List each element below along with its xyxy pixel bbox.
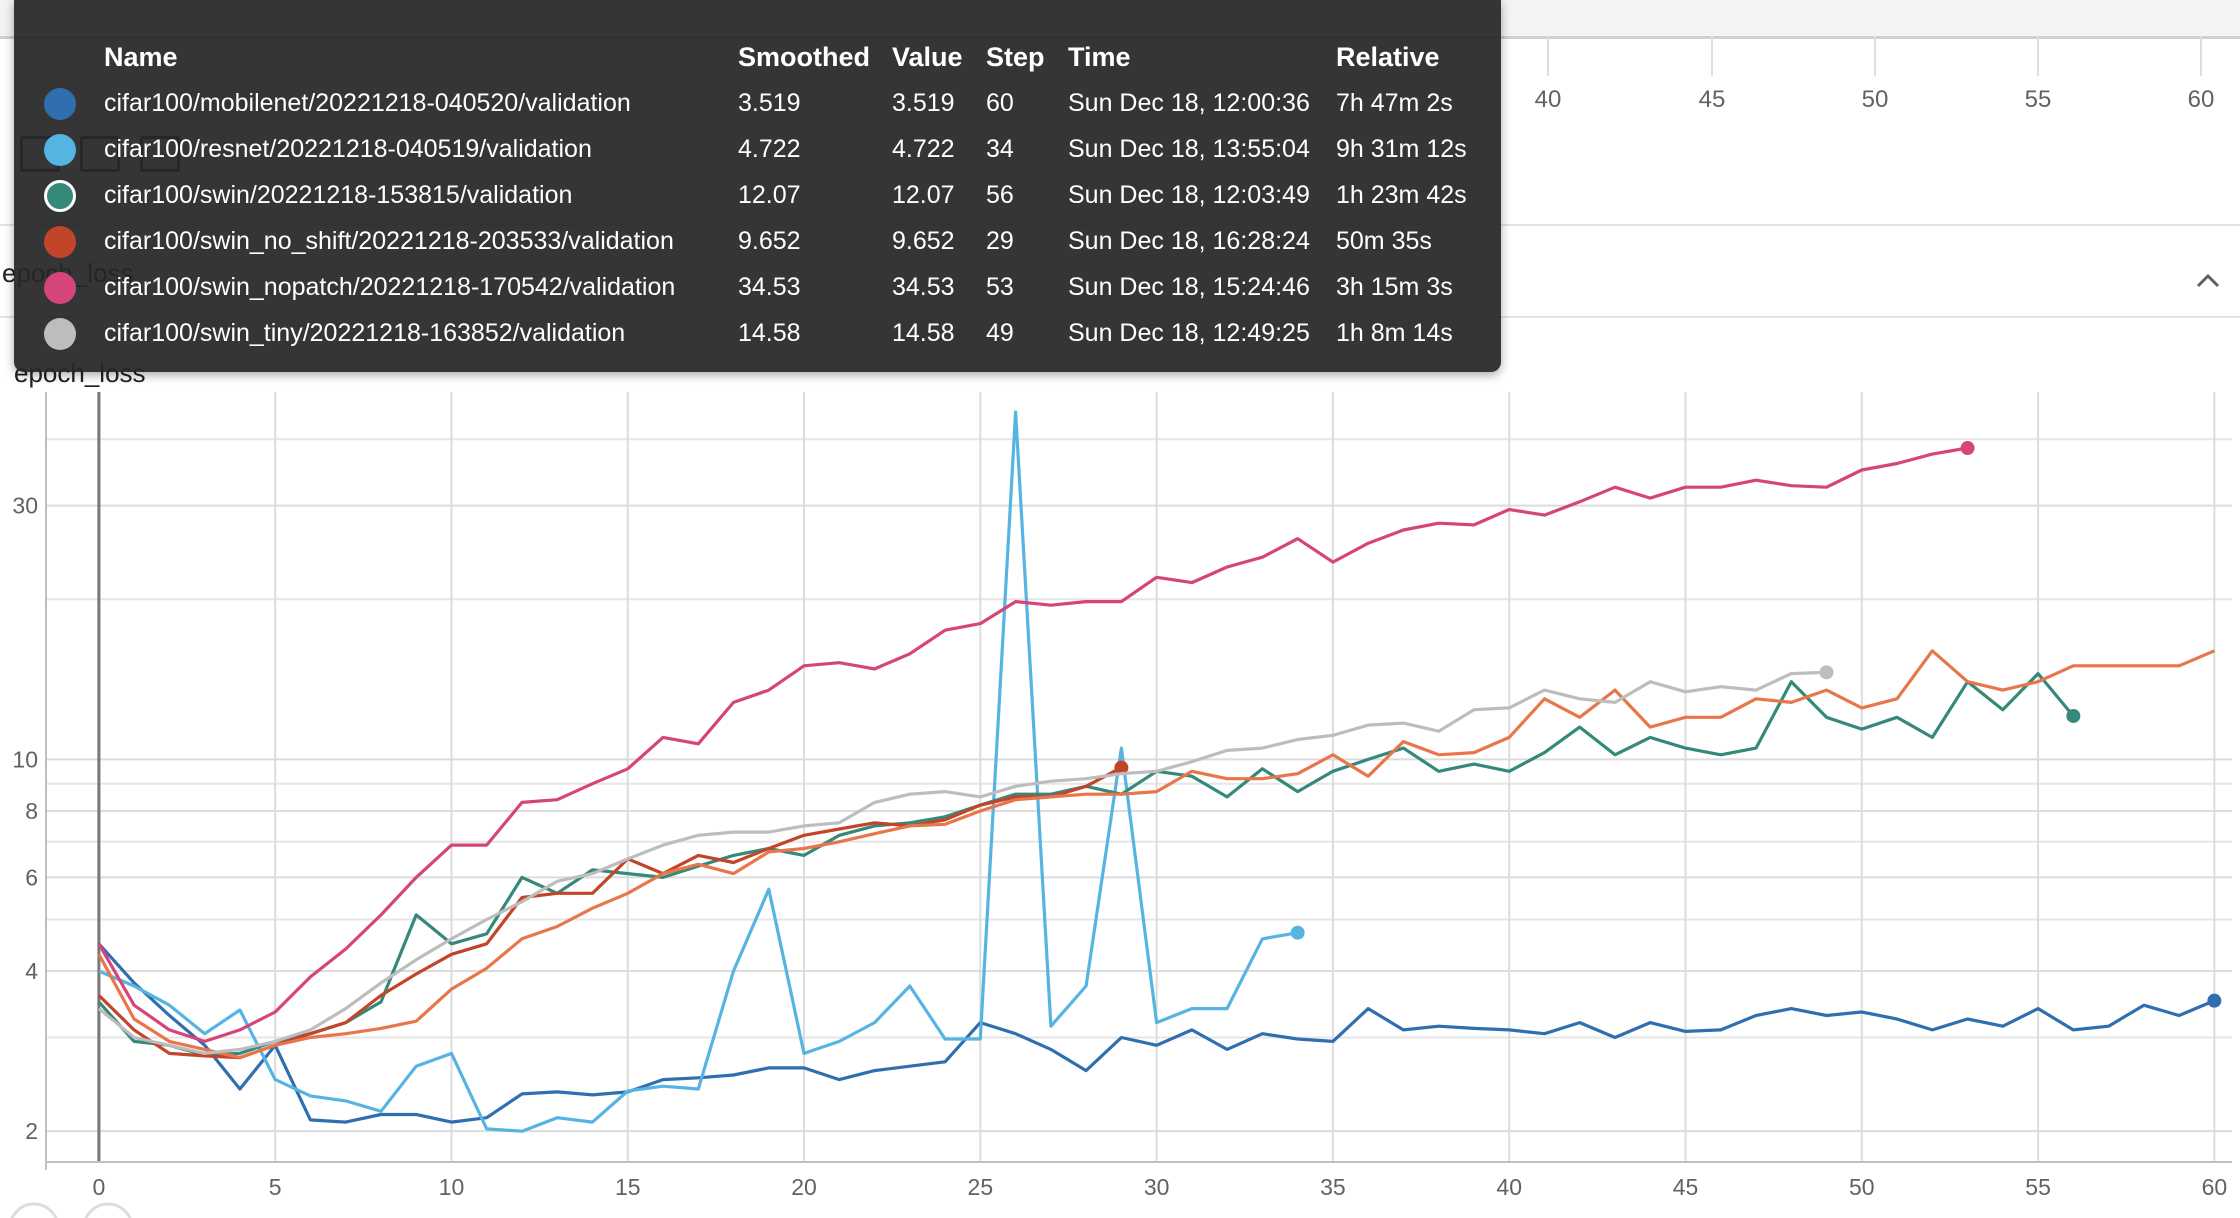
x-tick-label: 20 <box>791 1174 817 1200</box>
run-name: cifar100/swin_no_shift/20221218-203533/v… <box>104 227 674 255</box>
step-value: 56 <box>986 181 1014 209</box>
x-tick-label: 45 <box>1673 1174 1699 1200</box>
time-value: Sun Dec 18, 15:24:46 <box>1068 273 1310 301</box>
x-tick-label: 5 <box>269 1174 282 1200</box>
series-color-dot <box>44 272 76 304</box>
series-color-dot <box>44 318 76 350</box>
header-name: Name <box>104 42 178 72</box>
y-tick-label: 2 <box>25 1118 38 1144</box>
raw-value: 14.58 <box>892 319 955 347</box>
step-value: 53 <box>986 273 1014 301</box>
x-tick-label: 15 <box>615 1174 641 1200</box>
time-value: Sun Dec 18, 12:49:25 <box>1068 319 1310 347</box>
step-value: 29 <box>986 227 1014 255</box>
y-tick-label: 4 <box>25 958 38 984</box>
x-tick-label: 30 <box>1144 1174 1170 1200</box>
smoothed-value: 4.722 <box>738 135 801 163</box>
collapse-button[interactable] <box>2180 258 2224 302</box>
bg-x-tick-label: 60 <box>2187 86 2215 113</box>
smoothed-value: 14.58 <box>738 319 801 347</box>
x-tick-label: 25 <box>968 1174 994 1200</box>
series-color-dot <box>44 226 76 258</box>
tooltip-row: cifar100/swin_tiny/20221218-163852/valid… <box>14 310 1501 356</box>
relative-time: 1h 8m 14s <box>1336 319 1453 347</box>
raw-value: 4.722 <box>892 135 955 163</box>
relative-time: 7h 47m 2s <box>1336 89 1453 117</box>
tooltip-row: cifar100/swin_nopatch/20221218-170542/va… <box>14 264 1501 310</box>
raw-value: 34.53 <box>892 273 955 301</box>
series-color-dot <box>44 88 76 120</box>
smoothed-value: 9.652 <box>738 227 801 255</box>
series-end-point-2 <box>2066 708 2081 723</box>
tooltip-row: cifar100/swin/20221218-153815/validation… <box>14 172 1501 218</box>
header-step: Step <box>986 42 1045 72</box>
tooltip-row: cifar100/swin_no_shift/20221218-203533/v… <box>14 218 1501 264</box>
series-line-6 <box>97 670 1827 1056</box>
smoothed-value: 3.519 <box>738 89 801 117</box>
bg-x-tick-label: 50 <box>1861 86 1889 113</box>
series-color-dot <box>44 134 76 166</box>
raw-value: 12.07 <box>892 181 955 209</box>
x-tick-label: 50 <box>1849 1174 1875 1200</box>
x-tick-label: 35 <box>1320 1174 1346 1200</box>
run-name: cifar100/resnet/20221218-040519/validati… <box>104 135 592 163</box>
step-value: 49 <box>986 319 1014 347</box>
bg-grid-tick <box>1547 36 1549 76</box>
bg-grid-tick <box>2200 36 2202 76</box>
series-end-point-6 <box>1819 665 1834 680</box>
run-name: cifar100/swin_nopatch/20221218-170542/va… <box>104 273 676 301</box>
raw-value: 9.652 <box>892 227 955 255</box>
y-tick-label: 6 <box>25 864 38 890</box>
line-chart[interactable]: 2 4 6 8 10 30 0 5 10 15 20 25 30 35 40 45 50 55 60 <box>0 380 2240 1218</box>
bg-grid-tick <box>1711 36 1713 76</box>
bottom-control-icon <box>10 1202 58 1218</box>
header-relative: Relative <box>1336 42 1440 72</box>
step-value: 34 <box>986 135 1014 163</box>
y-tick-label: 10 <box>12 746 38 772</box>
bg-x-tick-label: 40 <box>1534 86 1562 113</box>
header-value: Value <box>892 42 963 72</box>
time-value: Sun Dec 18, 16:28:24 <box>1068 227 1310 255</box>
relative-time: 50m 35s <box>1336 227 1432 255</box>
bottom-control-icon <box>84 1202 132 1218</box>
raw-value: 3.519 <box>892 89 955 117</box>
series-end-point-0 <box>2207 993 2222 1008</box>
relative-time: 1h 23m 42s <box>1336 181 1467 209</box>
chevron-up-icon <box>2196 273 2220 288</box>
tooltip-header-row: Name Smoothed Value Step Time Relative <box>14 34 1501 80</box>
bg-x-tick-label: 45 <box>1698 86 1726 113</box>
tooltip-row: cifar100/mobilenet/20221218-040520/valid… <box>14 80 1501 126</box>
hover-tooltip: Name Smoothed Value Step Time Relative c… <box>14 0 1501 372</box>
time-value: Sun Dec 18, 13:55:04 <box>1068 135 1310 163</box>
series-end-point-1 <box>1290 925 1305 940</box>
bg-grid-tick <box>1874 36 1876 76</box>
x-tick-label: 10 <box>439 1174 465 1200</box>
smoothed-value: 34.53 <box>738 273 801 301</box>
series-color-dot <box>44 180 76 212</box>
x-tick-label: 55 <box>2025 1174 2051 1200</box>
tooltip-row: cifar100/resnet/20221218-040519/validati… <box>14 126 1501 172</box>
bg-x-tick-label: 55 <box>2024 86 2052 113</box>
series-line-2 <box>97 672 2075 1057</box>
y-tick-label: 30 <box>12 493 38 519</box>
run-name: cifar100/swin/20221218-153815/validation <box>104 181 573 209</box>
relative-time: 3h 15m 3s <box>1336 273 1453 301</box>
time-value: Sun Dec 18, 12:00:36 <box>1068 89 1310 117</box>
run-name: cifar100/swin_tiny/20221218-163852/valid… <box>104 319 626 347</box>
time-value: Sun Dec 18, 12:03:49 <box>1068 181 1310 209</box>
bg-grid-tick <box>2037 36 2039 76</box>
header-time: Time <box>1068 42 1131 72</box>
series-end-point-5 <box>1960 441 1975 456</box>
relative-time: 9h 31m 12s <box>1336 135 1467 163</box>
x-tick-label: 40 <box>1496 1174 1522 1200</box>
smoothed-value: 12.07 <box>738 181 801 209</box>
x-tick-label: 0 <box>92 1174 105 1200</box>
x-tick-label: 60 <box>2202 1174 2228 1200</box>
y-tick-label: 8 <box>25 798 38 824</box>
header-smoothed: Smoothed <box>738 42 870 72</box>
step-value: 60 <box>986 89 1014 117</box>
run-name: cifar100/mobilenet/20221218-040520/valid… <box>104 89 631 117</box>
